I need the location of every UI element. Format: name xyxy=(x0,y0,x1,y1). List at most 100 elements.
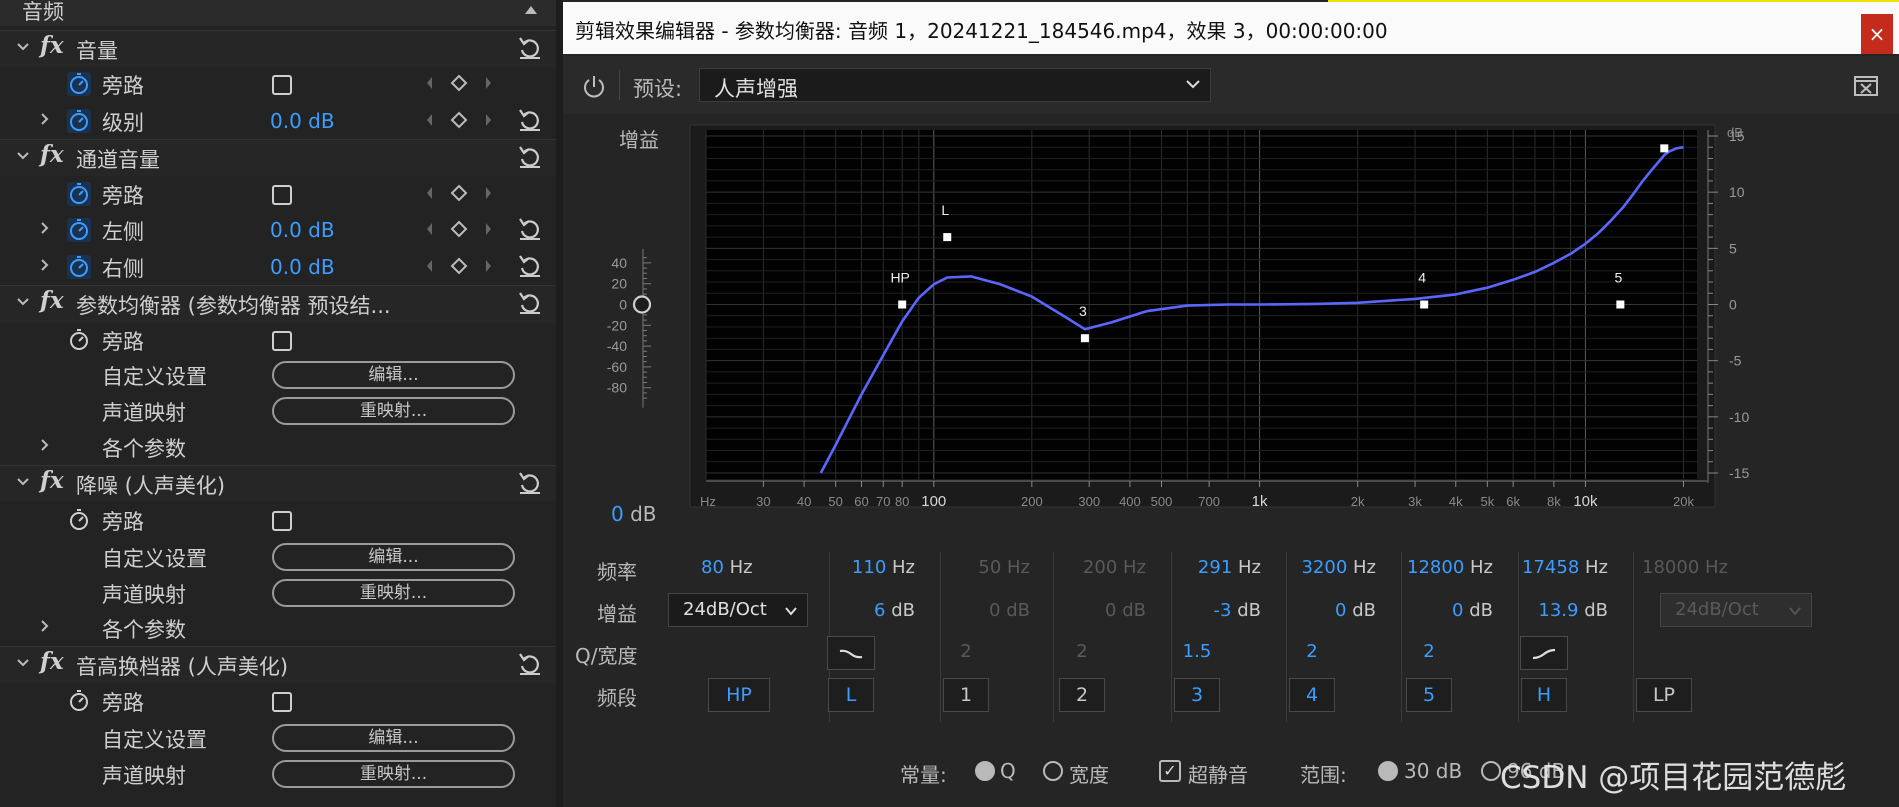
band-gain-cell[interactable]: 13.9 dB xyxy=(1498,600,1608,621)
bypass-checkbox[interactable] xyxy=(272,331,292,351)
param-row[interactable]: 各个参数 xyxy=(0,429,556,465)
stopwatch-icon[interactable] xyxy=(66,507,92,533)
bypass-checkbox[interactable] xyxy=(272,692,292,712)
range-96-radio[interactable] xyxy=(1481,761,1501,781)
band-shape-button[interactable] xyxy=(1520,636,1568,670)
param-value[interactable]: 0.0 dB xyxy=(270,255,335,279)
bypass-checkbox[interactable] xyxy=(272,511,292,531)
stopwatch-icon[interactable] xyxy=(66,71,92,97)
band-q-value[interactable]: 2 xyxy=(1052,641,1112,662)
stopwatch-icon[interactable] xyxy=(66,688,92,714)
freq-value[interactable]: 200 xyxy=(1083,557,1117,578)
bypass-checkbox[interactable] xyxy=(272,75,292,95)
gain-value[interactable]: -3 xyxy=(1214,600,1232,621)
reset-icon[interactable] xyxy=(516,215,544,243)
gain-value[interactable]: 0 xyxy=(989,600,1000,621)
band-freq-cell[interactable]: 291 Hz xyxy=(1151,557,1261,578)
freq-value[interactable]: 17458 xyxy=(1522,557,1579,578)
band-gain-cell[interactable]: 0 dB xyxy=(1036,600,1146,621)
eq-control-point[interactable] xyxy=(1660,144,1669,153)
ultra-quiet-checkbox[interactable]: ✓ xyxy=(1159,760,1181,782)
keyframe-nav-icon[interactable] xyxy=(424,255,494,277)
eq-control-point[interactable] xyxy=(1616,300,1625,309)
range-30-radio[interactable] xyxy=(1378,761,1398,781)
param-button[interactable]: 编辑... xyxy=(272,724,515,752)
param-button[interactable]: 重映射... xyxy=(272,760,515,788)
hp-slope-select[interactable]: 24dB/Oct xyxy=(668,593,808,627)
freq-value[interactable]: 3200 xyxy=(1301,557,1347,578)
band-freq-cell[interactable]: 200 Hz xyxy=(1036,557,1146,578)
band-toggle-1[interactable]: 1 xyxy=(943,678,989,712)
eq-graph[interactable]: Hz 30 40 50 60 70 80 100 200 300 400 500 700 1k 2k 3k 4k… xyxy=(563,116,1899,536)
band-toggle-hp[interactable]: HP xyxy=(708,678,770,712)
reset-icon[interactable] xyxy=(516,34,544,62)
keyframe-nav-icon[interactable] xyxy=(424,218,494,240)
freq-value[interactable]: 12800 xyxy=(1407,557,1464,578)
gain-value[interactable]: 0 xyxy=(1452,600,1463,621)
chevron-down-icon[interactable] xyxy=(14,290,32,314)
band-freq-cell[interactable]: 50 Hz xyxy=(920,557,1030,578)
band-q-value[interactable]: 1.5 xyxy=(1167,641,1227,662)
stopwatch-icon[interactable] xyxy=(66,254,92,280)
band-gain-cell[interactable]: 0 dB xyxy=(1266,600,1376,621)
freq-value[interactable]: 18000 xyxy=(1642,557,1699,578)
chevron-right-icon[interactable] xyxy=(36,216,54,240)
fx-icon[interactable]: fx xyxy=(40,467,64,494)
collapse-up-icon[interactable] xyxy=(524,4,538,16)
preset-dropdown[interactable]: 人声增强 xyxy=(699,68,1211,102)
param-button[interactable]: 编辑... xyxy=(272,543,515,571)
reset-icon[interactable] xyxy=(516,650,544,678)
eq-control-point[interactable] xyxy=(898,300,907,309)
eq-control-point[interactable] xyxy=(1080,334,1089,343)
chevron-right-icon[interactable] xyxy=(36,614,54,638)
close-button[interactable]: × xyxy=(1861,14,1893,54)
reset-icon[interactable] xyxy=(516,106,544,134)
chevron-down-icon[interactable] xyxy=(14,470,32,494)
band-freq-cell[interactable]: 80 Hz xyxy=(701,557,811,578)
freq-value[interactable]: 110 xyxy=(852,557,886,578)
chevron-right-icon[interactable] xyxy=(36,253,54,277)
keyframe-nav-icon[interactable] xyxy=(424,109,494,131)
width-radio[interactable] xyxy=(1043,761,1063,781)
param-button[interactable]: 重映射... xyxy=(272,579,515,607)
stopwatch-icon[interactable] xyxy=(66,327,92,353)
stopwatch-icon[interactable] xyxy=(66,217,92,243)
band-gain-cell[interactable]: 0 dB xyxy=(1383,600,1493,621)
reset-icon[interactable] xyxy=(516,469,544,497)
band-toggle-l[interactable]: L xyxy=(828,678,874,712)
q-radio[interactable] xyxy=(975,761,995,781)
stopwatch-icon[interactable] xyxy=(66,108,92,134)
fx-icon[interactable]: fx xyxy=(40,141,64,168)
band-gain-cell[interactable]: 6 dB xyxy=(805,600,915,621)
gain-value[interactable]: 0 xyxy=(1335,600,1346,621)
param-button[interactable]: 编辑... xyxy=(272,361,515,389)
band-toggle-lp[interactable]: LP xyxy=(1636,678,1692,712)
band-q-value[interactable]: 2 xyxy=(1282,641,1342,662)
band-toggle-4[interactable]: 4 xyxy=(1289,678,1335,712)
param-button[interactable]: 重映射... xyxy=(272,397,515,425)
master-gain-readout[interactable]: 0 dB xyxy=(611,502,657,526)
chevron-right-icon[interactable] xyxy=(36,107,54,131)
reset-icon[interactable] xyxy=(516,252,544,280)
chevron-down-icon[interactable] xyxy=(14,35,32,59)
band-toggle-2[interactable]: 2 xyxy=(1059,678,1105,712)
gain-value[interactable]: 0 xyxy=(1105,600,1116,621)
effect-section-row[interactable]: fx 参数均衡器 (参数均衡器 预设结... xyxy=(0,285,556,322)
keyframe-nav-icon[interactable] xyxy=(424,182,494,204)
effect-section-row[interactable]: fx 降噪 (人声美化) xyxy=(0,465,556,502)
fx-icon[interactable]: fx xyxy=(40,287,64,314)
band-gain-cell[interactable]: 0 dB xyxy=(920,600,1030,621)
stopwatch-icon[interactable] xyxy=(66,181,92,207)
eq-control-point[interactable] xyxy=(943,233,952,242)
band-gain-cell[interactable]: -3 dB xyxy=(1151,600,1261,621)
band-freq-cell[interactable]: 3200 Hz xyxy=(1266,557,1376,578)
band-freq-cell[interactable]: 17458 Hz xyxy=(1498,557,1608,578)
gain-slider-knob[interactable] xyxy=(632,295,652,314)
chevron-down-icon[interactable] xyxy=(14,144,32,168)
freq-value[interactable]: 50 xyxy=(978,557,1001,578)
fx-icon[interactable]: fx xyxy=(40,648,64,675)
chevron-right-icon[interactable] xyxy=(36,433,54,457)
power-icon[interactable] xyxy=(581,74,607,100)
band-q-value[interactable]: 2 xyxy=(936,641,996,662)
effect-section-row[interactable]: fx 音量 xyxy=(0,30,556,67)
